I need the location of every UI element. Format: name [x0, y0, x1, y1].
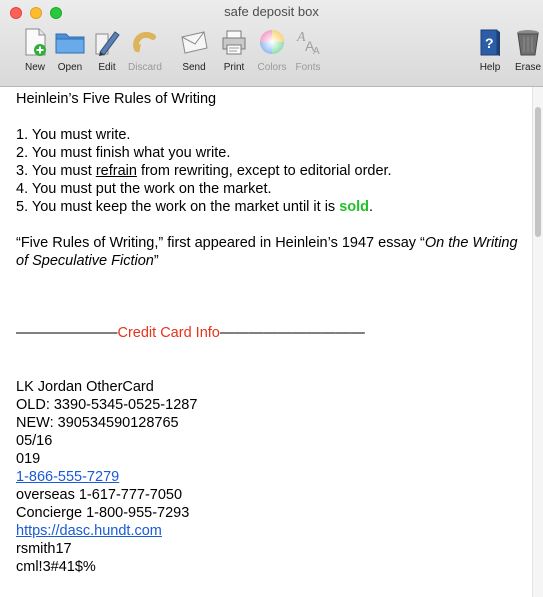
trash-icon [517, 30, 539, 56]
discard-button-label: Discard [128, 62, 162, 73]
phone-link[interactable]: 1-866-555-7279 [16, 469, 119, 485]
window-title: safe deposit box [224, 4, 319, 19]
send-icon [181, 31, 208, 54]
divider-left-dashes: ——————— [16, 325, 118, 341]
new-card-number: NEW: 390534590128765 [16, 415, 179, 431]
username: rsmith17 [16, 541, 72, 557]
document-text-area[interactable]: Heinlein’s Five Rules of Writing 1. You … [0, 87, 532, 597]
window-chrome: safe deposit box New Open Edit Discard S… [0, 0, 543, 87]
help-button-label: Help [479, 62, 501, 73]
toolbar: New Open Edit Discard Send Print Colors … [0, 25, 543, 83]
edit-icon [95, 31, 120, 56]
overseas-phone: overseas 1-617-777-7050 [16, 487, 183, 503]
quote-text-end: ” [153, 253, 159, 269]
color-wheel-icon [260, 30, 284, 54]
discard-button[interactable]: Discard [123, 25, 167, 83]
phone-link-line: 1-866-555-7279 [16, 468, 524, 486]
new-button-label: New [24, 62, 45, 73]
rule-4: 4. You must put the work on the market. [16, 181, 272, 197]
help-icon: ? [480, 29, 500, 56]
rule-5-text-start: 5. You must keep the work on the market … [16, 199, 340, 215]
new-document-icon [25, 28, 46, 56]
rule-1: 1. You must write. [16, 127, 131, 143]
credit-card-info-heading: Credit Card Info [117, 325, 220, 341]
open-folder-icon [55, 33, 85, 54]
erase-button[interactable]: Erase [506, 25, 543, 83]
credit-card-divider: ———————Credit Card Info—————————— [16, 324, 524, 342]
edit-button-label: Edit [98, 62, 116, 73]
rule-5-highlighted-word: sold [339, 199, 370, 215]
print-button-label: Print [223, 62, 245, 73]
vertical-scrollbar[interactable] [532, 87, 543, 597]
rule-3-underlined-word: refrain [95, 163, 137, 179]
card-holder-line: LK Jordan OtherCard [16, 379, 154, 395]
divider-right-dashes: —————————— [219, 325, 365, 341]
website-link[interactable]: https://dasc.hundt.com [16, 523, 162, 539]
old-card-number: OLD: 3390-5345-0525-1287 [16, 397, 198, 413]
website-link-line: https://dasc.hundt.com [16, 522, 524, 540]
svg-text:?: ? [485, 35, 494, 51]
app-window: safe deposit box New Open Edit Discard S… [0, 0, 543, 597]
erase-button-label: Erase [514, 62, 542, 73]
fonts-icon: A A A [296, 30, 320, 57]
colors-button-label: Colors [257, 62, 287, 73]
document-heading: Heinlein’s Five Rules of Writing [16, 91, 217, 107]
printer-icon [222, 30, 246, 55]
password: cml!3#41$% [16, 559, 96, 575]
quote-text-start: “Five Rules of Writing,” first appeared … [16, 235, 425, 251]
rule-3: 3. You must refrain from rewriting, exce… [16, 162, 524, 180]
rule-5-text-end: . [369, 199, 374, 215]
rule-3-text-start: 3. You must [16, 163, 96, 179]
rule-3-text-end: from rewriting, except to editorial orde… [136, 163, 392, 179]
svg-text:A: A [313, 46, 320, 57]
send-button[interactable]: Send [172, 25, 216, 83]
send-button-label: Send [182, 62, 206, 73]
open-button-label: Open [57, 62, 83, 73]
quote-paragraph: “Five Rules of Writing,” first appeared … [16, 234, 521, 270]
concierge-phone: Concierge 1-800-955-7293 [16, 505, 190, 521]
scrollbar-thumb[interactable] [535, 107, 541, 237]
fonts-button[interactable]: A A A Fonts [286, 25, 330, 83]
card-cvv: 019 [16, 451, 41, 467]
card-expiry: 05/16 [16, 433, 53, 449]
fonts-button-label: Fonts [295, 62, 321, 73]
rule-2: 2. You must finish what you write. [16, 145, 231, 161]
rule-5: 5. You must keep the work on the market … [16, 198, 524, 216]
discard-icon [133, 31, 156, 53]
